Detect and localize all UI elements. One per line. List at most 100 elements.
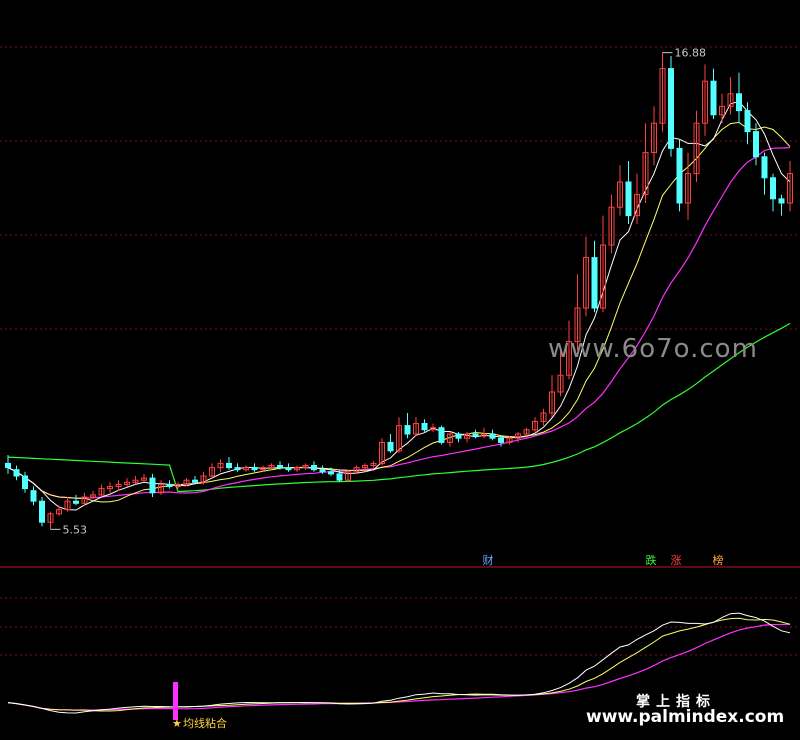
event-marker: 榜 <box>713 553 724 567</box>
candle <box>132 476 139 485</box>
candle-body <box>761 156 768 179</box>
candlestick-series <box>5 52 793 530</box>
candle-body <box>5 462 11 469</box>
candle <box>659 52 666 132</box>
candle-body <box>744 110 751 133</box>
candle <box>608 194 615 254</box>
candle <box>226 457 232 470</box>
candle <box>634 173 640 224</box>
candle <box>47 511 54 530</box>
candle-body <box>328 471 334 475</box>
candle <box>693 110 700 182</box>
candle <box>685 152 691 220</box>
candle <box>302 463 309 470</box>
candle <box>702 64 708 136</box>
candle-body <box>736 93 742 112</box>
candle <box>761 152 768 195</box>
high-price-label: 16.88 <box>675 47 707 60</box>
candle <box>200 471 207 485</box>
candle-body <box>13 469 20 477</box>
candle-body <box>472 433 479 437</box>
candle-body <box>285 467 292 471</box>
candle <box>727 77 734 115</box>
candle <box>234 463 241 472</box>
candle <box>413 417 419 437</box>
low-price-label: 5.53 <box>63 523 88 536</box>
candle <box>583 236 589 317</box>
candle <box>396 417 402 453</box>
candle-body <box>39 500 45 523</box>
candle-body <box>226 462 232 469</box>
candle <box>141 473 147 483</box>
candle-body <box>489 433 496 439</box>
candle-body <box>30 490 37 502</box>
watermark-site: www.6o7o.com <box>548 334 758 364</box>
watermark-url: www.palmindex.com <box>586 707 784 727</box>
candle <box>39 497 45 527</box>
candle <box>676 140 683 212</box>
candle <box>217 459 224 472</box>
candle <box>311 461 317 472</box>
candle-body <box>625 181 632 217</box>
candle <box>294 465 300 472</box>
candle-body <box>149 477 156 494</box>
candle-body <box>336 473 343 481</box>
chart-canvas: 16.885.53 财跌涨榜 ★ 均线粘合 www.6o7o.com 掌上指标 w… <box>0 46 800 730</box>
candle-body <box>455 433 462 439</box>
candle <box>124 478 130 487</box>
candle <box>149 473 156 497</box>
candle <box>5 455 11 474</box>
candle-body <box>753 131 759 158</box>
candle <box>421 419 428 432</box>
candle <box>625 161 632 224</box>
candle-body <box>668 68 674 149</box>
candle <box>778 194 785 216</box>
candle-body <box>319 469 326 473</box>
candle-body <box>311 465 317 471</box>
candle <box>387 434 394 453</box>
candle <box>243 465 249 472</box>
candle <box>64 497 71 512</box>
candle <box>438 425 445 445</box>
candle-body <box>166 483 173 487</box>
candle <box>285 463 292 472</box>
candle <box>549 375 555 418</box>
signal-star: ★ <box>172 717 182 730</box>
candle-body <box>277 465 283 469</box>
candle-body <box>498 437 504 443</box>
candle <box>532 417 538 432</box>
candle-body <box>421 423 428 431</box>
candle <box>430 423 436 432</box>
candle <box>22 471 28 493</box>
candle <box>489 429 496 441</box>
candle-body <box>387 441 394 452</box>
candle-body <box>710 80 717 116</box>
candle <box>736 72 742 124</box>
candle <box>268 463 275 470</box>
candle <box>447 431 453 447</box>
signal-label: 均线粘合 <box>183 716 227 730</box>
event-markers: 财跌涨榜 <box>483 553 724 567</box>
candle <box>345 469 351 483</box>
candle <box>13 465 20 481</box>
candle <box>251 463 258 472</box>
candle <box>787 161 793 212</box>
event-marker: 财 <box>483 553 494 567</box>
candle <box>617 165 623 216</box>
candle <box>73 494 79 506</box>
candle <box>744 102 751 145</box>
candle <box>642 123 649 203</box>
candle <box>668 56 674 157</box>
candle <box>719 93 725 124</box>
candle <box>107 482 113 493</box>
candle <box>370 461 377 468</box>
candle <box>404 413 411 439</box>
candle-body <box>676 147 683 204</box>
signal-bar <box>173 682 178 720</box>
event-marker: 跌 <box>646 553 657 567</box>
candle <box>98 484 105 497</box>
candle-body <box>234 467 241 471</box>
price-labels: 16.88 5.53 <box>50 47 707 536</box>
candle-body <box>73 500 79 504</box>
candle <box>56 505 62 516</box>
